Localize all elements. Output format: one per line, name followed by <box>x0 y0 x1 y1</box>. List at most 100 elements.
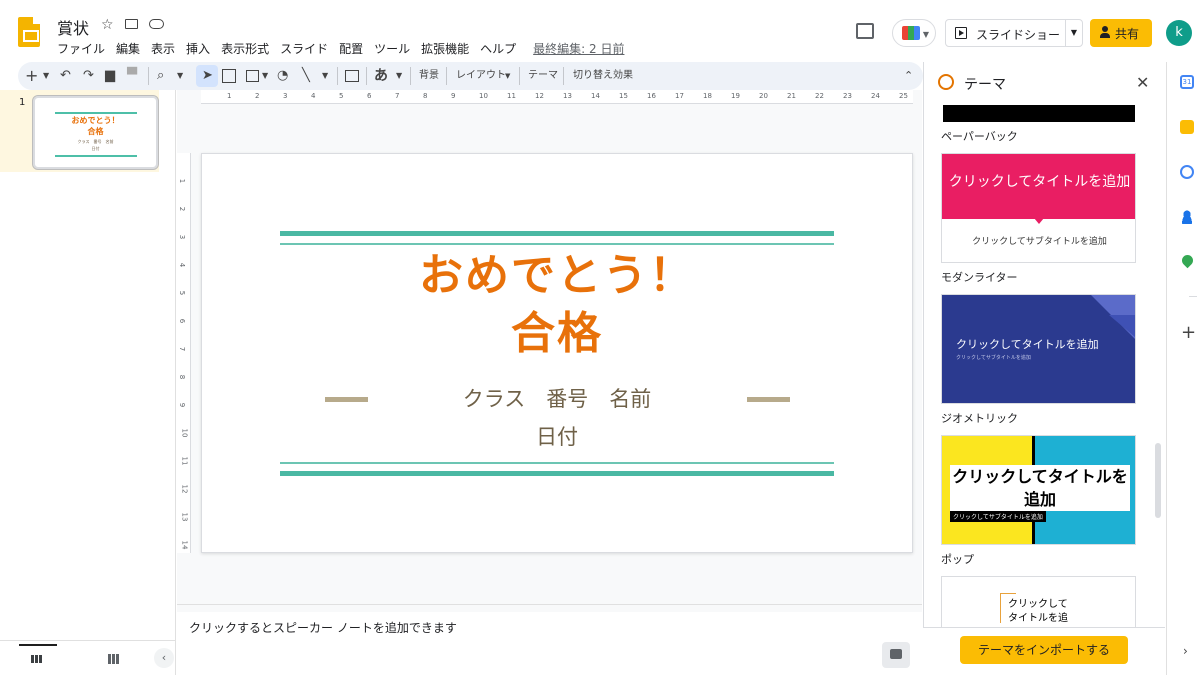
share-button[interactable]: 共有 <box>1090 19 1152 47</box>
modern-writer-subtitle: クリックしてサブタイトルを追加 <box>972 237 1107 247</box>
menu-format[interactable]: 表示形式 <box>221 40 269 57</box>
zoom-icon[interactable]: ⌕ <box>157 65 164 87</box>
thumb-title-line2: 合格 <box>87 127 104 136</box>
thumb-rule <box>55 112 137 114</box>
slides-logo-icon[interactable] <box>18 17 40 47</box>
vertical-ruler[interactable]: 1 2 3 4 5 6 7 8 9 10 11 12 13 14 <box>177 153 191 553</box>
select-cursor-icon[interactable]: ➤ <box>202 65 213 87</box>
menu-slide[interactable]: スライド <box>280 40 328 57</box>
filmstrip-panel <box>0 90 176 675</box>
transition-button[interactable]: 切り替え効果 <box>573 65 633 87</box>
toolbar-divider <box>410 67 411 85</box>
menu-view[interactable]: 表示 <box>151 40 175 57</box>
menu-edit[interactable]: 編集 <box>116 40 140 57</box>
notes-panel-icon[interactable] <box>882 642 910 668</box>
collapse-toolbar-icon[interactable]: ⌃ <box>904 65 913 87</box>
ruler-tick-label: 9 <box>178 402 187 408</box>
theme-name-modern-writer: モダンライター <box>941 271 1018 284</box>
ruler-tick-label: 17 <box>675 92 684 100</box>
cloud-status-icon[interactable] <box>149 19 164 29</box>
slide-title-line2[interactable]: 合格 <box>202 306 912 361</box>
slideshow-dropdown[interactable]: ▼ <box>1065 20 1082 46</box>
ruler-tick-label: 8 <box>423 92 428 100</box>
zoom-dropdown[interactable]: ▼ <box>177 65 183 87</box>
comment-history-icon[interactable] <box>856 23 874 39</box>
slide-thumbnail[interactable]: おめでとう！ 合格 クラス 番号 名前 日付 <box>32 95 159 170</box>
menu-insert[interactable]: 挿入 <box>186 40 210 57</box>
close-icon[interactable]: ✕ <box>1136 73 1149 92</box>
ruler-tick-label: 15 <box>619 92 628 100</box>
top-thick-rule <box>280 231 834 236</box>
slide-title-line1[interactable]: おめでとう！ <box>202 248 912 303</box>
slide-subtitle-line2[interactable]: 日付 <box>202 418 912 456</box>
horizontal-ruler[interactable]: 1 2 3 4 5 6 7 8 9 10 11 12 13 14 15 16 17 18 19 20 21 22 23 24 2… <box>201 90 913 104</box>
last-edit-link[interactable]: 最終編集: 2 日前 <box>533 40 624 57</box>
background-button[interactable]: 背景 <box>419 65 439 87</box>
new-slide-layout-dropdown[interactable]: ▼ <box>43 65 49 87</box>
theme-card-pop[interactable]: クリックしてタイトルを追加 クリックしてサブタイトルを追加 <box>941 435 1136 545</box>
toolbar-divider <box>366 67 367 85</box>
input-tools-icon[interactable]: あ <box>374 65 388 87</box>
ruler-tick-label: 19 <box>731 92 740 100</box>
menu-help[interactable]: ヘルプ <box>480 40 516 57</box>
slide-subtitle-line1[interactable]: クラス 番号 名前 <box>202 380 912 418</box>
toolbar-divider <box>337 67 338 85</box>
theme-card-geometric[interactable]: クリックしてタイトルを追加 クリックしてサブタイトルを追加 <box>941 294 1136 404</box>
ruler-tick-label: 20 <box>759 92 768 100</box>
ruler-tick-label: 5 <box>178 290 187 296</box>
speaker-notes-field[interactable]: クリックするとスピーカー ノートを追加できます <box>189 619 457 636</box>
ruler-tick-label: 13 <box>180 512 189 522</box>
ruler-tick-label: 5 <box>339 92 344 100</box>
slide-canvas[interactable]: おめでとう！ 合格 クラス 番号 名前 日付 <box>201 153 913 553</box>
theme-panel-scrollbar[interactable] <box>1155 443 1161 518</box>
import-theme-button[interactable]: テーマをインポートする <box>960 636 1128 664</box>
undo-icon[interactable]: ↶ <box>60 65 71 87</box>
contacts-icon[interactable] <box>1180 210 1194 224</box>
move-folder-icon[interactable] <box>125 19 138 29</box>
insert-image-icon[interactable] <box>246 70 259 82</box>
ruler-tick-label: 10 <box>180 428 189 438</box>
image-dropdown[interactable]: ▼ <box>262 65 268 87</box>
theme-card-next[interactable]: クリックして タイトルを追 <box>941 576 1136 627</box>
ruler-tick-label: 14 <box>591 92 600 100</box>
meet-button[interactable]: ▼ <box>892 19 936 47</box>
slideshow-button[interactable]: スライドショー ▼ <box>945 19 1083 47</box>
print-icon[interactable]: ▆ <box>105 65 115 87</box>
document-title[interactable]: 賞状 <box>57 15 89 39</box>
menu-tools[interactable]: ツール <box>374 40 410 57</box>
redo-icon[interactable]: ↷ <box>83 65 94 87</box>
layout-dropdown-icon[interactable]: ▼ <box>505 65 510 87</box>
bottom-thick-rule <box>280 471 834 476</box>
expand-rail-icon[interactable]: › <box>1183 644 1188 658</box>
paint-format-icon[interactable]: ▀ <box>127 65 137 87</box>
ruler-tick-label: 2 <box>255 92 260 100</box>
input-tools-dropdown[interactable]: ▼ <box>396 65 402 87</box>
menu-arrange[interactable]: 配置 <box>339 40 363 57</box>
menu-file[interactable]: ファイル <box>57 40 105 57</box>
calendar-icon[interactable]: 31 <box>1180 75 1194 89</box>
get-addons-icon[interactable]: + <box>1181 322 1196 343</box>
menu-bar: ファイル 編集 表示 挿入 表示形式 スライド 配置 ツール 拡張機能 ヘルプ … <box>57 40 635 57</box>
star-icon[interactable]: ☆ <box>101 17 114 33</box>
layout-button[interactable]: レイアウト <box>456 65 506 87</box>
theme-card-modern-writer[interactable]: クリックしてタイトルを追加 クリックしてサブタイトルを追加 <box>941 153 1136 263</box>
grid-view-icon[interactable] <box>108 654 120 664</box>
collapse-filmstrip-icon[interactable]: ‹ <box>154 648 174 668</box>
tasks-icon[interactable] <box>1180 165 1194 179</box>
menu-extensions[interactable]: 拡張機能 <box>421 40 469 57</box>
line-dropdown[interactable]: ▼ <box>322 65 328 87</box>
theme-panel-title: テーマ <box>964 77 1006 93</box>
ruler-tick-label: 7 <box>178 346 187 352</box>
new-slide-icon[interactable]: + <box>25 65 38 87</box>
line-icon[interactable]: ╲ <box>302 65 310 87</box>
notes-resize-handle[interactable] <box>177 604 922 612</box>
filmstrip-view-icon[interactable] <box>19 644 57 663</box>
shape-icon[interactable]: ◔ <box>277 65 288 87</box>
ruler-tick-label: 13 <box>563 92 572 100</box>
keep-icon[interactable] <box>1180 120 1194 134</box>
account-avatar[interactable]: k <box>1166 20 1192 46</box>
theme-card-paperback[interactable] <box>941 105 1136 123</box>
text-box-icon[interactable] <box>222 69 236 83</box>
theme-button[interactable]: テーマ <box>528 65 558 87</box>
add-comment-icon[interactable] <box>345 70 359 82</box>
